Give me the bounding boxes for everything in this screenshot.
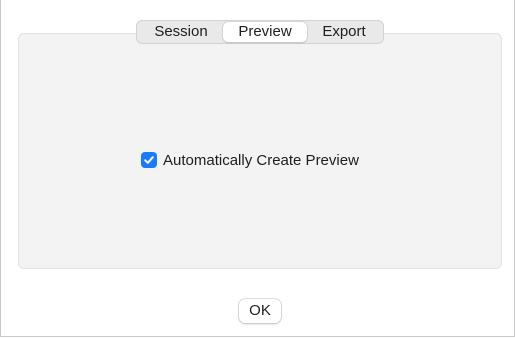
auto-create-preview-checkbox[interactable] (141, 152, 157, 168)
tab-session[interactable]: Session (139, 22, 223, 42)
tab-bar: Session Preview Export (136, 20, 384, 44)
tab-export[interactable]: Export (307, 22, 381, 42)
checkmark-icon (144, 156, 154, 164)
ok-button[interactable]: OK (239, 299, 281, 323)
auto-create-preview-row[interactable]: Automatically Create Preview (141, 150, 359, 170)
tab-preview[interactable]: Preview (223, 22, 307, 42)
preferences-dialog: Session Preview Export Automatically Cre… (0, 0, 515, 337)
auto-create-preview-label: Automatically Create Preview (163, 151, 359, 169)
